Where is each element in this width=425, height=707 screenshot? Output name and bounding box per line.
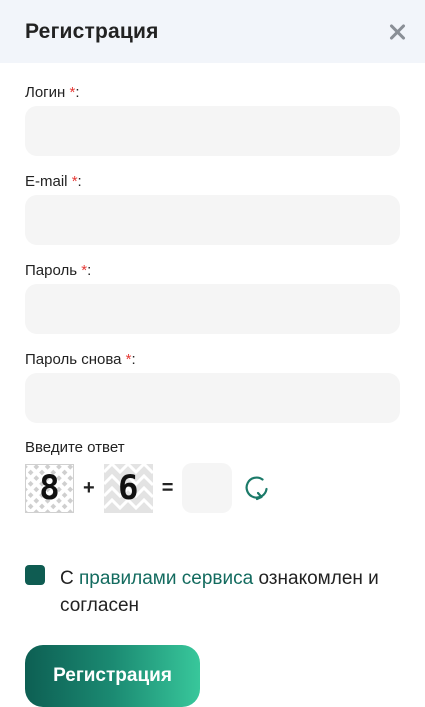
password-input[interactable] <box>25 284 400 334</box>
captcha-row: 8 + 6 = <box>25 463 400 513</box>
modal-title: Регистрация <box>25 19 159 43</box>
captcha-answer-input[interactable] <box>182 463 233 513</box>
agreement-row: С правилами сервиса ознакомлен и согласе… <box>25 565 400 619</box>
password-label: Пароль *: <box>25 262 92 279</box>
agreement-checkbox[interactable] <box>25 565 45 585</box>
login-input[interactable] <box>25 106 400 156</box>
password-repeat-field-group: Пароль снова *: <box>25 350 400 423</box>
password-repeat-input[interactable] <box>25 373 400 423</box>
agreement-prefix: С <box>60 568 74 589</box>
modal-body: Логин *: E-mail *: Пароль *: Пароль снов… <box>0 63 425 707</box>
agreement-text: С правилами сервиса ознакомлен и согласе… <box>60 565 390 619</box>
login-label: Логин *: <box>25 84 80 101</box>
required-mark: * <box>125 351 132 368</box>
captcha-operand-2: 6 <box>117 468 139 508</box>
captcha-operator: + <box>83 476 95 499</box>
email-field-group: E-mail *: <box>25 172 400 245</box>
close-icon[interactable] <box>386 21 408 43</box>
registration-modal: Регистрация Логин *: E-mail *: Пароль *:… <box>0 0 425 707</box>
service-rules-link[interactable]: правилами сервиса <box>79 568 253 589</box>
password-repeat-label: Пароль снова *: <box>25 351 136 368</box>
email-label: E-mail *: <box>25 173 82 190</box>
captcha-digit-2: 6 <box>103 463 153 513</box>
login-field-group: Логин *: <box>25 83 400 156</box>
modal-header: Регистрация <box>0 0 425 63</box>
required-mark: * <box>69 84 76 101</box>
email-input[interactable] <box>25 195 400 245</box>
captcha-label: Введите ответ <box>25 439 125 456</box>
password-field-group: Пароль *: <box>25 261 400 334</box>
captcha-equals: = <box>161 476 174 499</box>
captcha-digit-1: 8 <box>25 463 74 513</box>
required-mark: * <box>81 262 88 279</box>
required-mark: * <box>71 173 78 190</box>
register-button[interactable]: Регистрация <box>25 645 200 707</box>
refresh-icon[interactable] <box>244 475 270 501</box>
captcha-operand-1: 8 <box>39 468 60 508</box>
